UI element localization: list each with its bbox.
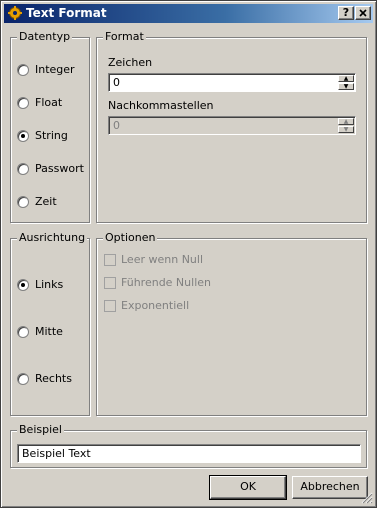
radio-label: Rechts bbox=[35, 372, 72, 385]
spin-down-arrow-icon[interactable]: ▼ bbox=[338, 83, 354, 90]
ausrichtung-group: Ausrichtung Links Mitte Rechts bbox=[10, 231, 90, 416]
radio-label: Float bbox=[35, 96, 63, 109]
ausrichtung-legend: Ausrichtung bbox=[17, 231, 88, 244]
title-bar[interactable]: Text Format ? bbox=[4, 4, 373, 23]
zeichen-label: Zeichen bbox=[108, 56, 153, 69]
radio-label: String bbox=[35, 129, 68, 142]
radio-mitte[interactable]: Mitte bbox=[17, 325, 63, 338]
beispiel-legend: Beispiel bbox=[17, 423, 64, 436]
nachkommastellen-label: Nachkommastellen bbox=[108, 99, 214, 112]
resize-grip-icon[interactable] bbox=[361, 492, 373, 504]
zeichen-spinbox[interactable]: 0 ▲ ▼ bbox=[108, 73, 356, 92]
nachkommastellen-spin-arrows: ▲ ▼ bbox=[338, 118, 354, 133]
nachkommastellen-spinbox[interactable]: 0 ▲ ▼ bbox=[108, 116, 356, 135]
datentyp-legend: Datentyp bbox=[17, 30, 73, 43]
radio-float[interactable]: Float bbox=[17, 96, 62, 109]
radio-label: Mitte bbox=[35, 325, 63, 338]
checkbox-box bbox=[104, 253, 116, 266]
spin-down-arrow-icon[interactable]: ▼ bbox=[338, 126, 354, 133]
checkbox-label: Führende Nullen bbox=[121, 276, 211, 289]
radio-circle bbox=[17, 96, 29, 109]
app-gear-icon bbox=[8, 6, 22, 20]
nachkommastellen-value: 0 bbox=[113, 119, 120, 132]
spin-up-arrow-icon[interactable]: ▲ bbox=[338, 75, 354, 82]
text-format-dialog: Text Format ? Datentyp Integer Float Str… bbox=[0, 0, 377, 508]
radio-selected-dot bbox=[21, 282, 25, 287]
beispiel-preview-field[interactable]: Beispiel Text bbox=[17, 444, 361, 463]
format-legend: Format bbox=[103, 30, 146, 43]
ok-button[interactable]: OK bbox=[209, 475, 287, 500]
optionen-group: Optionen Leer wenn Null Führende Nullen … bbox=[96, 231, 367, 416]
radio-passwort[interactable]: Passwort bbox=[17, 162, 84, 175]
zeichen-spin-arrows: ▲ ▼ bbox=[338, 75, 354, 90]
window-title: Text Format bbox=[26, 6, 107, 20]
radio-label: Integer bbox=[35, 63, 75, 76]
format-group: Format Zeichen 0 ▲ ▼ Nachkommastellen 0 … bbox=[96, 30, 367, 223]
checkbox-box bbox=[104, 299, 116, 312]
radio-circle bbox=[17, 129, 29, 142]
radio-string[interactable]: String bbox=[17, 129, 68, 142]
radio-circle bbox=[17, 372, 29, 385]
close-icon bbox=[359, 9, 367, 17]
checkbox-exponentiell[interactable]: Exponentiell bbox=[104, 299, 189, 312]
checkbox-box bbox=[104, 276, 116, 289]
radio-label: Links bbox=[35, 278, 64, 291]
radio-label: Zeit bbox=[35, 195, 57, 208]
radio-rechts[interactable]: Rechts bbox=[17, 372, 72, 385]
radio-circle bbox=[17, 162, 29, 175]
spin-up-arrow-icon[interactable]: ▲ bbox=[338, 118, 354, 125]
radio-circle bbox=[17, 195, 29, 208]
checkbox-fuehrende-nullen[interactable]: Führende Nullen bbox=[104, 276, 211, 289]
cancel-button[interactable]: Abbrechen bbox=[292, 476, 368, 499]
help-button[interactable]: ? bbox=[338, 6, 354, 20]
beispiel-group: Beispiel Beispiel Text bbox=[10, 423, 367, 468]
checkbox-label: Exponentiell bbox=[121, 299, 190, 312]
radio-links[interactable]: Links bbox=[17, 278, 63, 291]
radio-integer[interactable]: Integer bbox=[17, 63, 75, 76]
zeichen-value: 0 bbox=[113, 76, 120, 89]
optionen-legend: Optionen bbox=[103, 231, 158, 244]
radio-circle bbox=[17, 278, 29, 291]
checkbox-leer-wenn-null[interactable]: Leer wenn Null bbox=[104, 253, 203, 266]
radio-label: Passwort bbox=[35, 162, 84, 175]
radio-circle bbox=[17, 325, 29, 338]
radio-zeit[interactable]: Zeit bbox=[17, 195, 57, 208]
close-button[interactable] bbox=[355, 6, 371, 20]
checkbox-label: Leer wenn Null bbox=[121, 253, 204, 266]
radio-selected-dot bbox=[21, 133, 25, 138]
datentyp-group: Datentyp Integer Float String Passwort Z… bbox=[10, 30, 90, 223]
radio-circle bbox=[17, 63, 29, 76]
